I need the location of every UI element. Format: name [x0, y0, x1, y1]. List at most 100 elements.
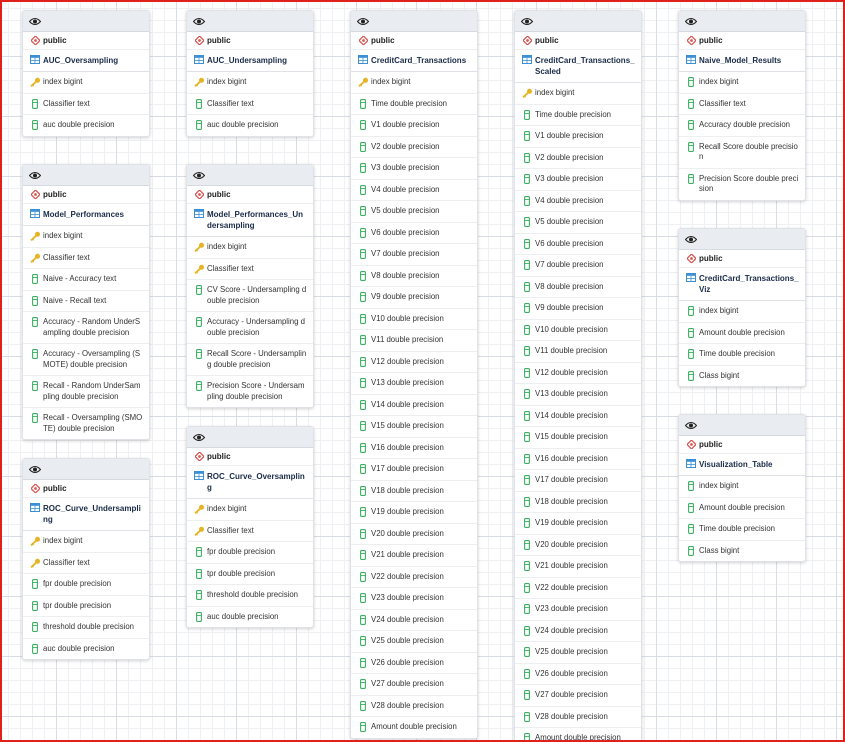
table-name-row[interactable]: Model_Performances_Undersampling	[187, 204, 313, 237]
column-row[interactable]: V18 double precision	[351, 481, 477, 502]
column-row[interactable]: Class bigint	[679, 541, 805, 562]
column-row[interactable]: V9 double precision	[515, 298, 641, 320]
column-row[interactable]: V23 double precision	[351, 588, 477, 610]
column-row[interactable]: V26 double precision	[515, 664, 641, 685]
table-name-row[interactable]: CreditCard_Transactions_Scaled	[515, 50, 641, 83]
column-row[interactable]: index bigint	[515, 83, 641, 105]
column-row[interactable]: V11 double precision	[515, 341, 641, 363]
column-row[interactable]: index bigint	[23, 72, 149, 94]
column-row[interactable]: V16 double precision	[351, 438, 477, 459]
eye-icon[interactable]	[28, 169, 42, 181]
column-row[interactable]: Classifier text	[187, 94, 313, 115]
table-card[interactable]: public CreditCard_Transactions_Viz index b…	[678, 228, 806, 387]
table-card[interactable]: public ROC_Curve_Undersampling index bigin…	[22, 458, 150, 660]
eye-icon[interactable]	[28, 15, 42, 27]
column-row[interactable]: Classifier text	[679, 94, 805, 115]
column-row[interactable]: Time double precision	[351, 94, 477, 115]
column-row[interactable]: auc double precision	[23, 639, 149, 660]
column-row[interactable]: threshold double precision	[187, 585, 313, 607]
column-row[interactable]: V6 double precision	[515, 234, 641, 255]
eye-icon[interactable]	[684, 419, 698, 431]
column-row[interactable]: Naive - Accuracy text	[23, 269, 149, 291]
column-row[interactable]: V19 double precision	[351, 502, 477, 524]
column-row[interactable]: V15 double precision	[351, 416, 477, 438]
column-row[interactable]: V1 double precision	[515, 126, 641, 148]
column-row[interactable]: V2 double precision	[351, 137, 477, 158]
column-row[interactable]: V6 double precision	[351, 223, 477, 244]
column-row[interactable]: Amount double precision	[679, 323, 805, 344]
table-card[interactable]: public CreditCard_Transactions_Scaled inde…	[514, 10, 642, 740]
column-row[interactable]: V21 double precision	[351, 545, 477, 567]
column-row[interactable]: V18 double precision	[515, 492, 641, 513]
column-row[interactable]: Classifier text	[23, 248, 149, 269]
column-row[interactable]: Precision Score - Undersampling double p…	[187, 376, 313, 407]
column-row[interactable]: V11 double precision	[351, 330, 477, 352]
column-row[interactable]: index bigint	[23, 226, 149, 248]
column-row[interactable]: threshold double precision	[23, 617, 149, 639]
column-row[interactable]: V8 double precision	[351, 266, 477, 287]
table-name-row[interactable]: CreditCard_Transactions	[351, 50, 477, 72]
table-card[interactable]: public CreditCard_Transactions index bigin…	[350, 10, 478, 739]
column-row[interactable]: Time double precision	[679, 344, 805, 366]
column-row[interactable]: V4 double precision	[515, 191, 641, 212]
column-row[interactable]: V24 double precision	[351, 610, 477, 631]
column-row[interactable]: Class bigint	[679, 366, 805, 387]
column-row[interactable]: V28 double precision	[351, 696, 477, 717]
column-row[interactable]: index bigint	[187, 72, 313, 94]
column-row[interactable]: index bigint	[187, 237, 313, 259]
column-row[interactable]: V7 double precision	[351, 244, 477, 266]
column-row[interactable]: Accuracy - Oversampling (SMOTE) double p…	[23, 344, 149, 376]
column-row[interactable]: index bigint	[679, 72, 805, 94]
table-name-row[interactable]: Model_Performances	[23, 204, 149, 226]
column-row[interactable]: V10 double precision	[515, 320, 641, 341]
column-row[interactable]: V20 double precision	[351, 524, 477, 545]
column-row[interactable]: V20 double precision	[515, 535, 641, 556]
eye-icon[interactable]	[192, 169, 206, 181]
column-row[interactable]: auc double precision	[187, 607, 313, 628]
column-row[interactable]: Recall Score - Undersampling double prec…	[187, 344, 313, 376]
column-row[interactable]: V5 double precision	[515, 212, 641, 234]
column-row[interactable]: Classifier text	[187, 521, 313, 542]
erd-canvas[interactable]: public AUC_Oversampling index bigint Classi…	[0, 0, 845, 742]
column-row[interactable]: Time double precision	[679, 519, 805, 541]
column-row[interactable]: V13 double precision	[351, 373, 477, 395]
column-row[interactable]: V1 double precision	[351, 115, 477, 137]
column-row[interactable]: tpr double precision	[187, 564, 313, 585]
column-row[interactable]: V17 double precision	[515, 470, 641, 492]
column-row[interactable]: V25 double precision	[351, 631, 477, 653]
column-row[interactable]: V7 double precision	[515, 255, 641, 277]
column-row[interactable]: V9 double precision	[351, 287, 477, 309]
table-card[interactable]: public Model_Performances index bigint Clas…	[22, 164, 150, 440]
column-row[interactable]: CV Score - Undersampling double precisio…	[187, 280, 313, 312]
eye-icon[interactable]	[192, 431, 206, 443]
table-name-row[interactable]: AUC_Undersampling	[187, 50, 313, 72]
column-row[interactable]: V17 double precision	[351, 459, 477, 481]
column-row[interactable]: index bigint	[187, 499, 313, 521]
column-row[interactable]: V19 double precision	[515, 513, 641, 535]
table-name-row[interactable]: Naive_Model_Results	[679, 50, 805, 72]
column-row[interactable]: V27 double precision	[515, 685, 641, 707]
column-row[interactable]: V27 double precision	[351, 674, 477, 696]
table-card[interactable]: public ROC_Curve_Oversampling index bigint…	[186, 426, 314, 628]
column-row[interactable]: Classifier text	[187, 259, 313, 280]
column-row[interactable]: V10 double precision	[351, 309, 477, 330]
column-row[interactable]: Accuracy double precision	[679, 115, 805, 137]
column-row[interactable]: V26 double precision	[351, 653, 477, 674]
eye-icon[interactable]	[356, 15, 370, 27]
column-row[interactable]: auc double precision	[23, 115, 149, 136]
column-row[interactable]: V3 double precision	[351, 158, 477, 180]
eye-icon[interactable]	[28, 463, 42, 475]
column-row[interactable]: index bigint	[679, 301, 805, 323]
column-row[interactable]: V4 double precision	[351, 180, 477, 201]
column-row[interactable]: Recall - Random UnderSampling double pre…	[23, 376, 149, 408]
column-row[interactable]: tpr double precision	[23, 596, 149, 617]
table-card[interactable]: public AUC_Undersampling index bigint Class…	[186, 10, 314, 137]
column-row[interactable]: Accuracy - Undersampling double precisio…	[187, 312, 313, 344]
table-card[interactable]: public Model_Performances_Undersampling in…	[186, 164, 314, 408]
table-name-row[interactable]: ROC_Curve_Oversampling	[187, 466, 313, 499]
column-row[interactable]: index bigint	[679, 476, 805, 498]
column-row[interactable]: V8 double precision	[515, 277, 641, 298]
column-row[interactable]: V2 double precision	[515, 148, 641, 169]
table-name-row[interactable]: CreditCard_Transactions_Viz	[679, 268, 805, 301]
column-row[interactable]: V22 double precision	[515, 578, 641, 599]
